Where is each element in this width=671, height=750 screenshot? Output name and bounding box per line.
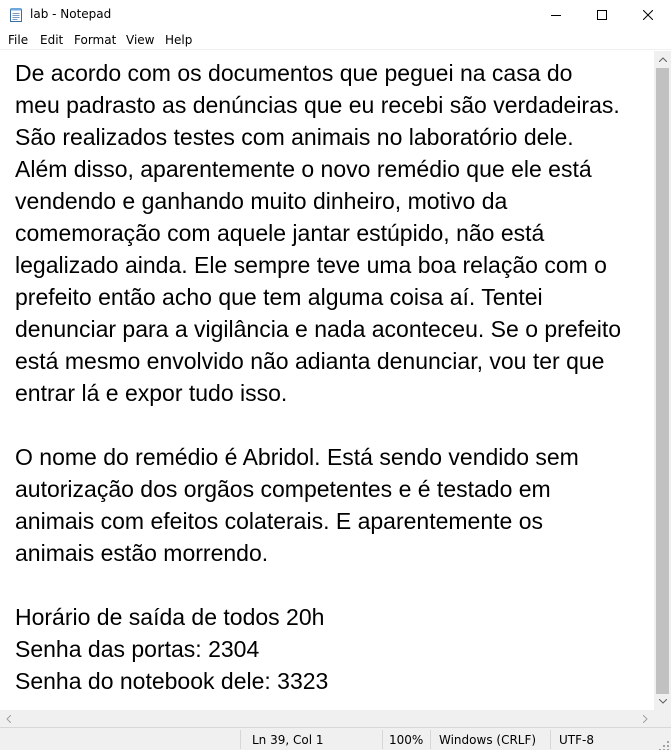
notepad-icon	[9, 7, 23, 22]
status-zoom: 100%	[389, 733, 424, 747]
status-line-ending: Windows (CRLF)	[439, 733, 537, 747]
title-bar[interactable]: lab - Notepad	[0, 0, 671, 30]
scroll-left-arrow-icon[interactable]	[0, 710, 17, 727]
status-bar: Ln 39, Col 1 100% Windows (CRLF) UTF-8	[0, 727, 671, 750]
editor-content[interactable]: De acordo com os documentos que peguei n…	[15, 57, 654, 697]
minimize-button[interactable]	[533, 0, 579, 30]
window-title: lab - Notepad	[30, 7, 112, 21]
text-editor[interactable]: De acordo com os documentos que peguei n…	[0, 51, 654, 710]
menu-edit[interactable]: Edit	[40, 33, 63, 47]
horizontal-scrollbar[interactable]	[0, 710, 654, 727]
menu-view[interactable]: View	[126, 33, 154, 47]
status-divider	[382, 730, 383, 749]
status-divider	[550, 730, 551, 749]
minimize-icon	[551, 10, 561, 20]
vertical-scrollbar[interactable]	[654, 51, 671, 710]
menu-file[interactable]: File	[8, 33, 28, 47]
scroll-right-arrow-icon[interactable]	[637, 710, 654, 727]
menu-bar: File Edit Format View Help	[0, 30, 671, 50]
vertical-scroll-thumb[interactable]	[656, 68, 669, 694]
status-encoding: UTF-8	[559, 733, 594, 747]
scrollbar-corner	[654, 710, 671, 727]
resize-grip-icon[interactable]	[659, 738, 669, 750]
close-button[interactable]	[625, 0, 671, 30]
status-divider	[430, 730, 431, 749]
scroll-up-arrow-icon[interactable]	[654, 51, 671, 68]
maximize-button[interactable]	[579, 0, 625, 30]
menu-help[interactable]: Help	[165, 33, 192, 47]
close-icon	[643, 10, 653, 20]
status-divider	[240, 730, 241, 749]
status-cursor-position: Ln 39, Col 1	[252, 733, 324, 747]
maximize-icon	[597, 10, 607, 20]
scroll-down-arrow-icon[interactable]	[654, 693, 671, 710]
menu-format[interactable]: Format	[74, 33, 116, 47]
